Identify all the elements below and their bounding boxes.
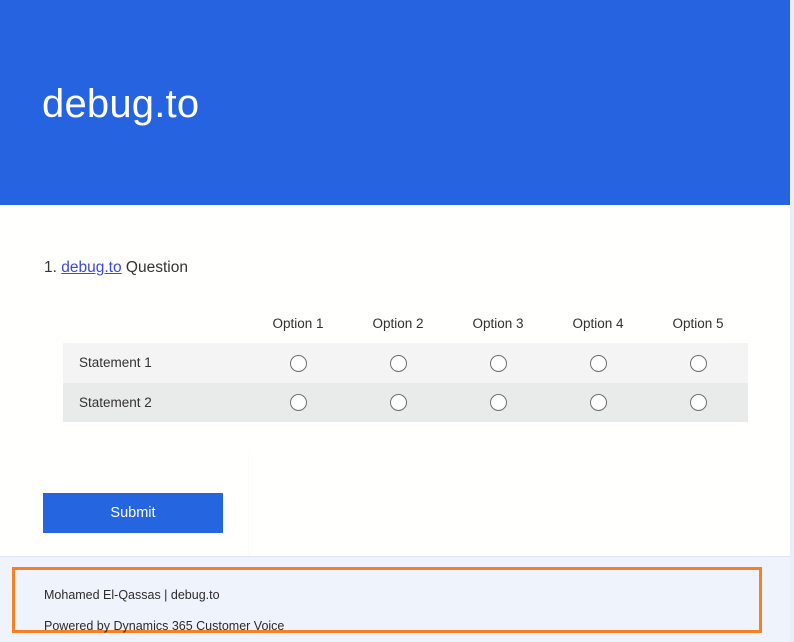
likert-matrix: Option 1 Option 2 Option 3 Option 4 Opti…	[63, 305, 748, 422]
question-block: 1. debug.to Question	[44, 257, 754, 279]
radio-button-s1-o4[interactable]	[589, 354, 607, 372]
survey-banner: debug.to	[0, 0, 790, 205]
question-title: 1. debug.to Question	[44, 257, 754, 279]
survey-title: debug.to	[42, 82, 200, 126]
survey-form-body: 1. debug.to Question Option 1 Option 2 O…	[0, 205, 790, 560]
radio-button-s2-o4[interactable]	[589, 394, 607, 411]
question-title-text: Question	[121, 259, 188, 276]
radio-button-s2-o2[interactable]	[389, 394, 407, 411]
statement-label-2: Statement 2	[79, 394, 152, 410]
question-link[interactable]: debug.to	[61, 259, 121, 276]
table-row: Statement 2	[63, 383, 748, 422]
radio-cell-s2-o2[interactable]	[348, 394, 448, 411]
matrix-header-row: Option 1 Option 2 Option 3 Option 4 Opti…	[63, 305, 748, 343]
column-header-option-5: Option 5	[672, 316, 724, 331]
radio-cell-s1-o2[interactable]	[348, 354, 448, 372]
radio-cell-s2-o3[interactable]	[448, 394, 548, 411]
radio-cell-s1-o1[interactable]	[248, 354, 348, 372]
statement-label-1: Statement 1	[79, 355, 152, 370]
survey-page: debug.to 1. debug.to Question Option 1 O…	[0, 0, 794, 642]
radio-button-s1-o2[interactable]	[389, 354, 407, 372]
radio-button-s1-o3[interactable]	[489, 354, 507, 372]
radio-cell-s1-o4[interactable]	[548, 354, 648, 372]
radio-button-s2-o5[interactable]	[689, 394, 707, 411]
column-header-option-1: Option 1	[272, 316, 324, 331]
column-header-option-2: Option 2	[372, 316, 424, 331]
column-header-option-4: Option 4	[572, 316, 624, 331]
radio-cell-s2-o5[interactable]	[648, 394, 748, 411]
radio-button-s1-o5[interactable]	[689, 354, 707, 372]
question-number: 1.	[44, 259, 57, 276]
radio-button-s2-o3[interactable]	[489, 394, 507, 411]
footer-author-text: Mohamed El-Qassas | debug.to	[44, 588, 220, 602]
radio-cell-s1-o5[interactable]	[648, 354, 748, 372]
submit-button[interactable]: Submit	[43, 493, 223, 533]
footer-powered-by-text: Powered by Dynamics 365 Customer Voice	[44, 619, 285, 633]
content-divider	[248, 450, 249, 560]
radio-cell-s2-o1[interactable]	[248, 394, 348, 411]
column-header-option-3: Option 3	[472, 316, 524, 331]
table-row: Statement 1	[63, 343, 748, 383]
radio-cell-s2-o4[interactable]	[548, 394, 648, 411]
radio-cell-s1-o3[interactable]	[448, 354, 548, 372]
radio-button-s2-o1[interactable]	[289, 394, 307, 411]
radio-button-s1-o1[interactable]	[289, 354, 307, 372]
